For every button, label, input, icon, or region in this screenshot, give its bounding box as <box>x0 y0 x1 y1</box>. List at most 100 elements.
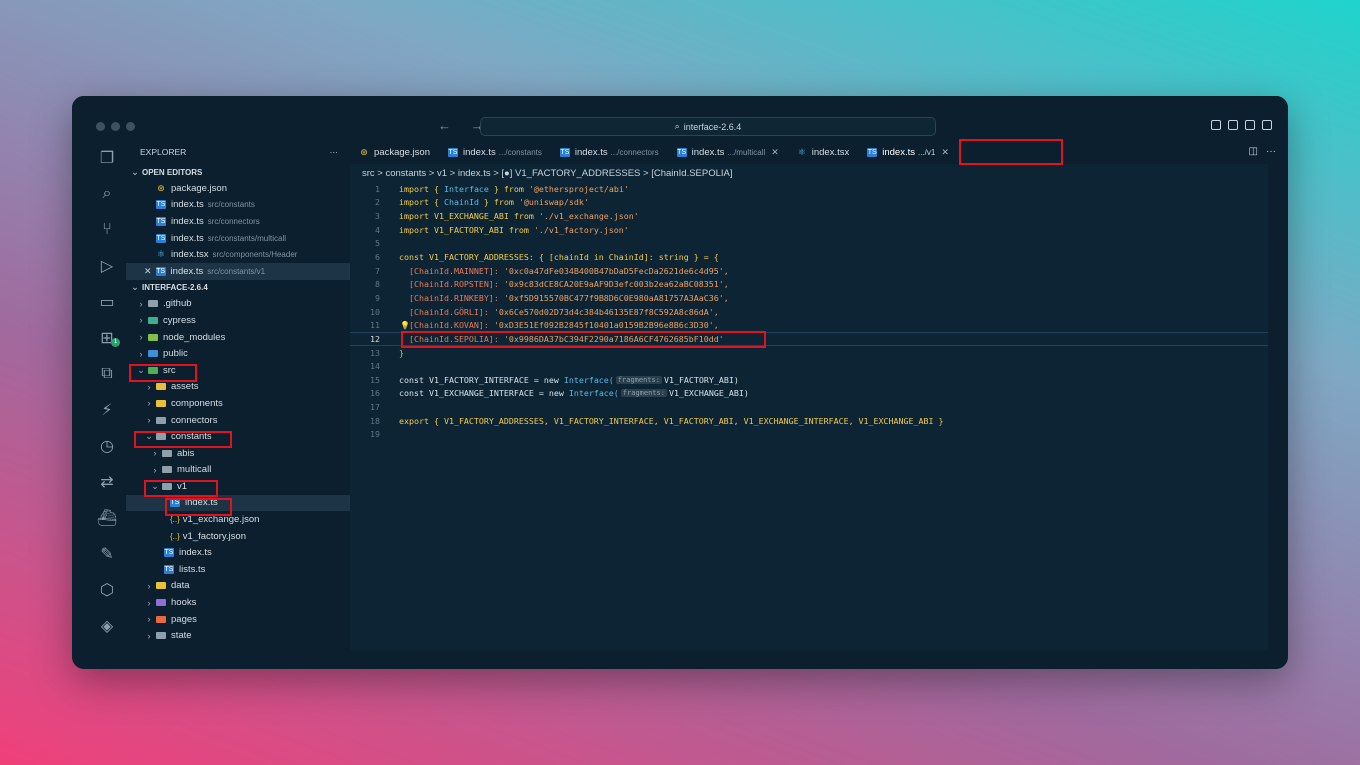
toggle-secondary-sidebar-icon[interactable] <box>1245 120 1255 130</box>
customize-layout-icon[interactable] <box>1262 120 1272 130</box>
timeline-icon[interactable]: ◷ <box>88 428 126 464</box>
folder-icon <box>148 350 158 358</box>
tree-folder[interactable]: › state <box>126 627 350 644</box>
tree-folder[interactable]: › multicall <box>126 462 350 479</box>
npm-icon: ⊛ <box>360 146 368 157</box>
breadcrumb[interactable]: src > constants > v1 > index.ts > [●] V1… <box>362 168 733 179</box>
chevron-right-icon: › <box>139 332 143 343</box>
tree-folder-src[interactable]: ⌄ src <box>126 362 350 379</box>
open-editor-item[interactable]: TS index.ts src/connectors <box>126 213 350 230</box>
tree-label: .github <box>163 298 192 310</box>
code-line: 9 [ChainId.RINKEBY]: '0xf5D915570BC477f9… <box>350 291 1268 305</box>
folder-icon <box>156 433 166 441</box>
tree-label: hooks <box>171 597 197 609</box>
folder-icon <box>162 482 172 490</box>
lightbulb-icon[interactable]: 💡 <box>400 321 410 330</box>
code-token: '0xc0a47dFe034B400B47bDaD5FecDa2621de6c4… <box>503 265 729 276</box>
lightning-icon[interactable]: ⚡ <box>88 392 126 428</box>
open-editor-item[interactable]: TS index.ts src/constants/multicall <box>126 230 350 247</box>
tree-file[interactable]: TS lists.ts <box>126 561 350 578</box>
tree-folder[interactable]: › .github <box>126 296 350 313</box>
tree-file[interactable]: TS index.ts <box>126 544 350 561</box>
code-token: } from <box>488 183 529 194</box>
chevron-right-icon: › <box>147 597 151 608</box>
tree-folder[interactable]: › hooks <box>126 594 350 611</box>
tab-index-constants[interactable]: TS index.ts .../constants <box>439 140 551 164</box>
tree-folder-constants[interactable]: ⌄ constants <box>126 428 350 445</box>
remote-explorer-icon[interactable]: ▭ <box>88 284 126 320</box>
command-center-search[interactable]: ⌕ interface-2.6.4 <box>480 117 936 136</box>
more-actions-icon[interactable]: ··· <box>1266 146 1276 157</box>
tree-folder[interactable]: › pages <box>126 611 350 628</box>
line-number: 8 <box>375 279 380 290</box>
ethereum-icon[interactable]: ◈ <box>88 608 126 644</box>
tab-path: .../multicall <box>727 147 766 157</box>
docker-icon[interactable]: ⛴ <box>88 500 126 536</box>
tab-index-tsx[interactable]: ⚛ index.tsx <box>788 140 859 164</box>
tree-folder[interactable]: › node_modules <box>126 329 350 346</box>
close-icon[interactable]: ✕ <box>144 266 152 277</box>
open-editor-path: src/constants/v1 <box>207 266 266 276</box>
tree-label: multicall <box>177 464 212 476</box>
tree-folder[interactable]: › assets <box>126 379 350 396</box>
code-editor[interactable]: 1 import { Interface } from '@ethersproje… <box>350 182 1268 441</box>
open-editor-item[interactable]: ⚛ index.tsx src/components/Header <box>126 246 350 263</box>
line-number: 13 <box>370 347 380 358</box>
tree-folder[interactable]: › connectors <box>126 412 350 429</box>
toggle-panel-icon[interactable] <box>1228 120 1238 130</box>
code-line: 5 <box>350 237 1268 251</box>
tab-package-json[interactable]: ⊛ package.json <box>350 140 439 164</box>
folder-icon <box>162 466 172 474</box>
run-debug-icon[interactable]: ▷ <box>88 248 126 284</box>
open-editor-path: src/connectors <box>207 216 260 226</box>
brush-icon[interactable]: ✎ <box>88 536 126 572</box>
react-icon: ⚛ <box>797 146 806 157</box>
tree-label: v1_exchange.json <box>182 514 260 526</box>
more-actions-icon[interactable]: ··· <box>330 147 339 157</box>
tree-folder-v1[interactable]: ⌄ v1 <box>126 478 350 495</box>
testing-icon[interactable]: ⧉ <box>88 356 126 392</box>
code-token: const V1_FACTORY_INTERFACE = new <box>399 374 564 385</box>
tree-label: lists.ts <box>179 563 206 575</box>
tab-label: package.json <box>374 146 430 158</box>
project-header[interactable]: ⌄ INTERFACE-2.6.4 <box>126 280 350 296</box>
code-line: 15 const V1_FACTORY_INTERFACE = new Inter… <box>350 373 1268 387</box>
line-number: 11 <box>370 320 380 331</box>
tree-folder[interactable]: › public <box>126 345 350 362</box>
maximize-dot[interactable] <box>126 122 135 131</box>
extensions-icon[interactable]: ⊞ 1 <box>88 320 126 356</box>
files-icon[interactable]: ❐ <box>88 140 126 176</box>
tree-folder[interactable]: › abis <box>126 445 350 462</box>
typescript-icon: TS <box>170 498 180 508</box>
open-editor-item[interactable]: TS index.ts src/constants <box>126 197 350 214</box>
toggle-sidebar-icon[interactable] <box>1211 120 1221 130</box>
split-editor-icon[interactable]: ◫ <box>1249 146 1258 157</box>
open-editor-path: src/components/Header <box>212 250 298 260</box>
tree-file[interactable]: {..} v1_factory.json <box>126 528 350 545</box>
code-line: 2 import { ChainId } from '@uniswap/sdk' <box>350 196 1268 210</box>
extension-icon[interactable]: ⬡ <box>88 572 126 608</box>
close-dot[interactable] <box>96 122 105 131</box>
open-editor-item-active[interactable]: ✕ TS index.ts src/constants/v1 <box>126 262 350 280</box>
close-icon[interactable]: ✕ <box>771 147 779 158</box>
source-control-icon[interactable]: ⑂ <box>88 212 126 248</box>
tree-file[interactable]: {..} v1_exchange.json <box>126 511 350 528</box>
minimize-dot[interactable] <box>111 122 120 131</box>
chevron-down-icon: ⌄ <box>145 431 153 442</box>
search-icon[interactable]: ⌕ <box>88 176 126 212</box>
tab-index-v1[interactable]: TS index.ts .../v1 ✕ <box>858 140 958 164</box>
close-icon[interactable]: ✕ <box>941 147 949 158</box>
tree-folder[interactable]: › data <box>126 578 350 595</box>
folder-icon <box>148 316 158 324</box>
code-token: const V1_FACTORY_ADDRESSES: { [chainId i… <box>399 252 719 263</box>
chevron-right-icon: › <box>147 415 151 426</box>
open-editor-item[interactable]: ⊛ package.json <box>126 180 350 197</box>
tree-folder[interactable]: › components <box>126 395 350 412</box>
open-editors-header[interactable]: ⌄ OPEN EDITORS <box>126 164 350 180</box>
remote-icon[interactable]: ⇄ <box>88 464 126 500</box>
tree-folder[interactable]: › cypress <box>126 312 350 329</box>
tab-index-connectors[interactable]: TS index.ts .../connectors <box>551 140 668 164</box>
project-label: INTERFACE-2.6.4 <box>142 283 208 293</box>
tab-index-multicall[interactable]: TS index.ts .../multicall ✕ <box>668 140 788 164</box>
tree-file-selected[interactable]: TS index.ts <box>126 494 350 512</box>
